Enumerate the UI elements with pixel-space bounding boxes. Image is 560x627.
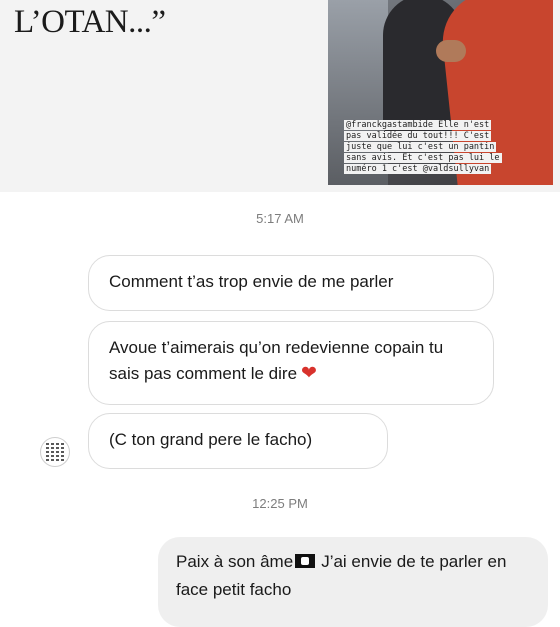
pirate-flag-icon <box>295 554 316 568</box>
story-caption-line: juste que lui c'est un pantin <box>344 142 497 152</box>
message-text: (C ton grand pere le facho) <box>109 430 313 449</box>
qr-avatar-icon <box>46 443 64 461</box>
story-caption-line: @franckgastambide Elle n'est <box>344 120 492 130</box>
story-image[interactable]: @franckgastambide Elle n'est pas validée… <box>328 0 553 185</box>
message-text: Comment t’as trop envie de me parler <box>109 272 394 291</box>
shared-post-card[interactable]: L’OTAN...” @franckgastambide Elle n'est … <box>0 0 560 192</box>
story-caption-line: sans avis. Et c'est pas lui le <box>344 153 502 163</box>
story-caption: @franckgastambide Elle n'est pas validée… <box>344 120 546 175</box>
message-timestamp: 5:17 AM <box>256 211 304 226</box>
outgoing-message[interactable]: Paix à son âme J’ai envie de te parler en… <box>158 537 548 627</box>
incoming-message[interactable]: Avoue t’aimerais qu’on redevienne copain… <box>88 321 494 405</box>
story-caption-line: pas validée du tout!!! C'est <box>344 131 492 141</box>
message-text-part1: Paix à son âme <box>176 552 294 571</box>
message-text: Avoue t’aimerais qu’on redevienne copain… <box>109 338 444 383</box>
message-timestamp: 12:25 PM <box>252 496 308 511</box>
heart-icon: ❤ <box>301 363 317 384</box>
incoming-message[interactable]: Comment t’as trop envie de me parler <box>88 255 494 311</box>
story-caption-line: numéro 1 c'est @valdsullyvan <box>344 164 492 174</box>
post-quote-text: L’OTAN...” <box>14 4 166 40</box>
incoming-message[interactable]: (C ton grand pere le facho) <box>88 413 388 469</box>
sender-avatar[interactable] <box>40 437 70 467</box>
story-hands <box>436 40 466 62</box>
